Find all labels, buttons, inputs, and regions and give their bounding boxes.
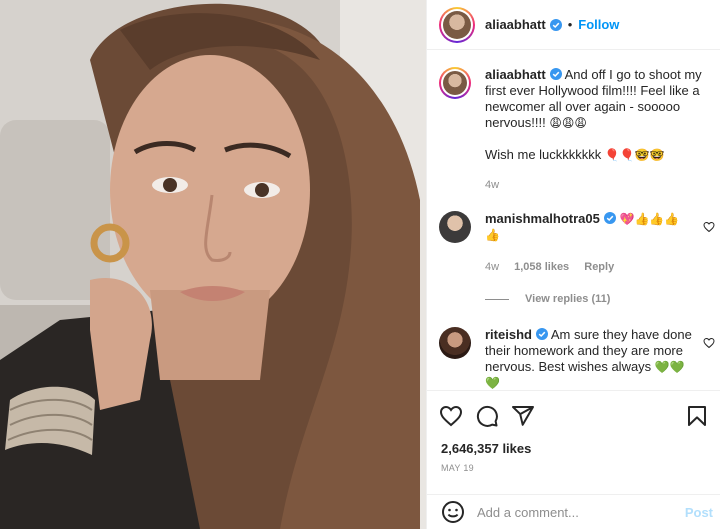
verified-badge-icon <box>549 18 562 31</box>
verified-badge-icon <box>603 212 616 224</box>
avatar-image <box>443 10 471 39</box>
caption-body: aliaabhatt And off I go to shoot my firs… <box>485 67 703 163</box>
commenter-avatar[interactable] <box>439 211 471 243</box>
caption-time[interactable]: 4w <box>485 179 499 191</box>
comment-item: riteishd Am sure they have done their ho… <box>439 327 715 389</box>
view-replies-button[interactable]: View replies (11) <box>485 293 610 305</box>
comment-reply-button[interactable]: Reply <box>584 261 614 273</box>
view-replies-label: View replies (11) <box>525 293 611 305</box>
heart-icon[interactable] <box>439 404 463 428</box>
instagram-post: aliaabhatt • Follow aliaabhatt And off I… <box>0 0 720 529</box>
verified-badge-icon <box>535 328 548 340</box>
post-header: aliaabhatt • Follow <box>427 0 720 50</box>
comment-body: manishmalhotra05 💖👍👍👍 👍 <box>485 211 703 243</box>
post-photo[interactable] <box>0 0 426 529</box>
post-side-panel: aliaabhatt • Follow aliaabhatt And off I… <box>426 0 720 529</box>
caption-meta: 4w <box>485 179 511 191</box>
comment-emojis-line2: 💚 <box>485 376 500 389</box>
commenter-avatar[interactable] <box>439 327 471 359</box>
caption-avatar-image <box>443 71 467 95</box>
comment-username[interactable]: riteishd <box>485 327 532 342</box>
caption-emojis: 😩😩😩 <box>549 116 587 130</box>
comment-username[interactable]: manishmalhotra05 <box>485 211 600 226</box>
action-bar <box>427 390 720 440</box>
caption-wish-line: Wish me luckkkkkkk 🎈🎈🤓🤓 <box>485 147 703 163</box>
post-comment-button[interactable]: Post <box>685 505 713 520</box>
caption-wish-text: Wish me luckkkkkkk <box>485 147 602 162</box>
replies-divider <box>485 298 509 300</box>
like-count[interactable]: 2,646,357 likes <box>441 441 531 456</box>
caption-username[interactable]: aliaabhatt <box>485 67 546 82</box>
bookmark-icon[interactable] <box>685 404 709 428</box>
comment-meta: 4w 1,058 likes Reply <box>485 261 626 273</box>
comment-input[interactable] <box>477 504 677 520</box>
comment-emojis-line2: 👍 <box>485 228 500 242</box>
share-icon[interactable] <box>511 404 535 428</box>
comment-like-heart-icon[interactable] <box>703 337 715 349</box>
emoji-icon[interactable] <box>441 500 465 524</box>
post-date[interactable]: MAY 19 <box>441 463 474 473</box>
separator-dot: • <box>567 17 573 32</box>
comment-like-heart-icon[interactable] <box>703 221 715 233</box>
comment-time[interactable]: 4w <box>485 261 499 273</box>
author-avatar[interactable] <box>439 6 475 43</box>
comment-body: riteishd Am sure they have done their ho… <box>485 327 703 389</box>
comments-list[interactable]: aliaabhatt And off I go to shoot my firs… <box>427 51 720 389</box>
author-username[interactable]: aliaabhatt <box>485 17 546 32</box>
comment-emojis: 💖👍👍👍 <box>619 212 680 226</box>
comment-like-count[interactable]: 1,058 likes <box>514 261 569 273</box>
caption-wish-emojis: 🎈🎈🤓🤓 <box>604 148 665 162</box>
verified-badge-icon <box>549 68 562 80</box>
selfie-image <box>0 0 426 529</box>
add-comment-bar: Post <box>427 494 720 529</box>
comment-emojis: 💚💚 <box>654 360 685 374</box>
comment-icon[interactable] <box>475 404 499 428</box>
caption-avatar[interactable] <box>439 67 471 99</box>
follow-button[interactable]: Follow <box>578 17 619 32</box>
caption-comment: aliaabhatt And off I go to shoot my firs… <box>439 67 709 191</box>
